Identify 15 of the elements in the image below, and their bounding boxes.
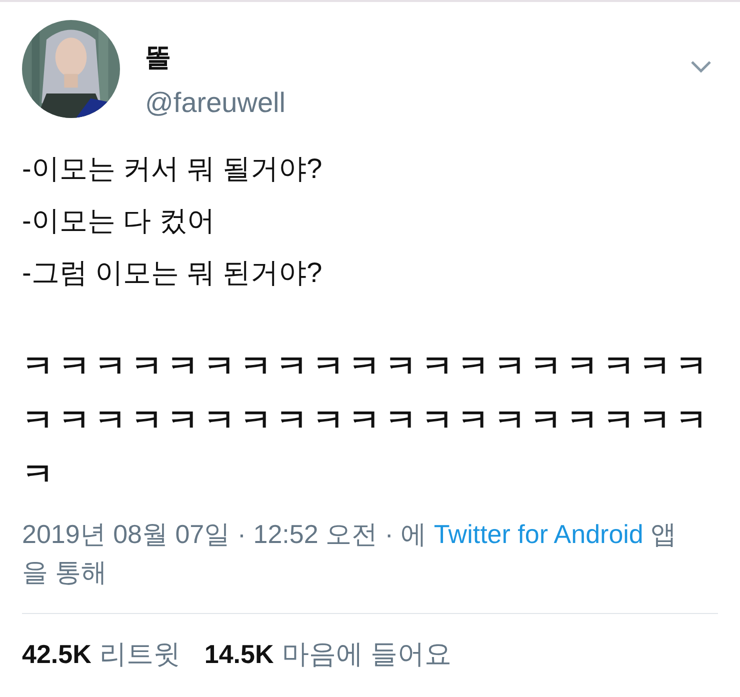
tweet-text: ㅋ	[22, 455, 60, 494]
tweet-text: -그럼 이모는 뭐 된거야?	[22, 256, 324, 290]
stat-label[interactable]: 리트윗	[99, 636, 180, 672]
stat-count: 14.5K	[204, 639, 274, 670]
source-link[interactable]: Twitter for Android	[434, 519, 644, 549]
chevron-down-icon[interactable]	[690, 60, 712, 74]
stat-label[interactable]: 마음에 들어요	[282, 636, 452, 672]
tweet-text: ㅋㅋㅋㅋㅋㅋㅋㅋㅋㅋㅋㅋㅋㅋㅋㅋㅋㅋㅋ	[22, 401, 713, 440]
tweet-meta: 2019년 08월 07일 · 12:52 오전 · 에 Twitter for Android 앱을 통해	[22, 518, 678, 589]
tweet-text: ㅋㅋㅋㅋㅋㅋㅋㅋㅋㅋㅋㅋㅋㅋㅋㅋㅋㅋㅋ	[22, 347, 713, 386]
tweet-text: -이모는 커서 뭐 될거야?	[22, 152, 324, 186]
display-name: 똘	[145, 41, 172, 74]
tweet-text: -이모는 다 컸어	[22, 204, 216, 238]
user-handle: @fareuwell	[145, 87, 286, 119]
stat-count: 42.5K	[22, 639, 92, 670]
